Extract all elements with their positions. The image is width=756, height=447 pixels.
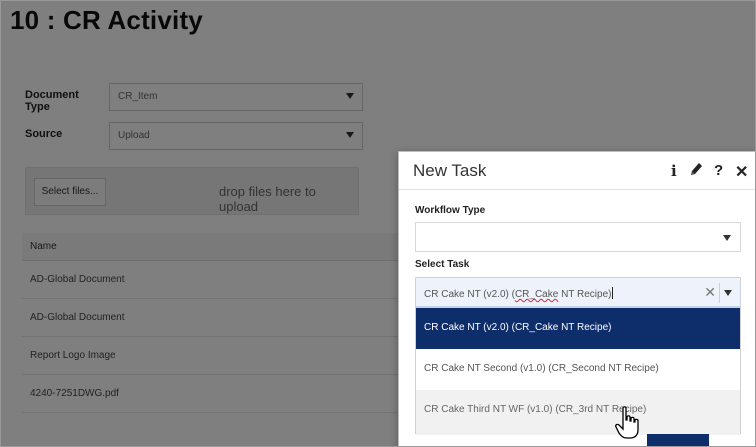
task-option[interactable]: CR Cake NT Second (v1.0) (CR_Second NT R… [416,349,740,390]
task-options-list: CR Cake NT (v2.0) (CR_Cake NT Recipe) CR… [415,307,741,435]
chevron-down-icon[interactable] [724,290,732,296]
workflow-type-label: Workflow Type [415,205,486,216]
dialog-title: New Task [413,161,487,180]
edit-icon[interactable] [689,161,703,181]
hand-cursor-icon [615,406,641,440]
app-window: 10 : CR Activity Document Type CR_Item S… [0,0,756,447]
select-task-label: Select Task [415,259,470,270]
divider [719,283,720,303]
close-icon[interactable]: ✕ [735,162,748,182]
select-task-input[interactable]: CR Cake NT (v2.0) (CR_Cake NT Recipe) ✕ [415,277,741,307]
select-task-value[interactable]: CR Cake NT (v2.0) (CR_Cake NT Recipe) [424,287,614,300]
workflow-type-select[interactable] [415,222,741,252]
dialog-submit-button[interactable] [647,434,709,446]
help-icon[interactable]: ? [714,162,723,179]
clear-icon[interactable]: ✕ [704,284,716,301]
task-option-selected[interactable]: CR Cake NT (v2.0) (CR_Cake NT Recipe) [416,308,740,349]
dialog-header: New Task i ? ✕ [399,152,755,190]
new-task-dialog: New Task i ? ✕ Workflow Type Select Task… [398,151,755,446]
task-option-hovered[interactable]: CR Cake Third NT WF (v1.0) (CR_3rd NT Re… [416,390,740,435]
chevron-down-icon[interactable] [723,235,731,241]
info-icon[interactable]: i [671,162,677,180]
